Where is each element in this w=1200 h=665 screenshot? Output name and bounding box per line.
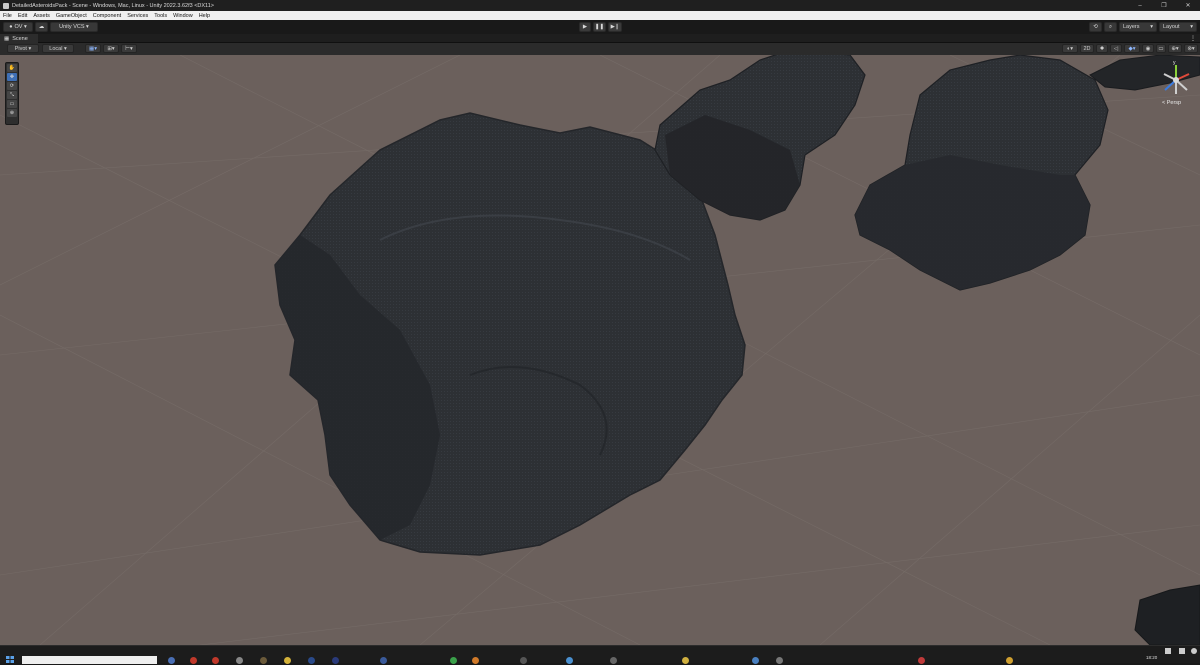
play-icon: ▶ [582,24,588,30]
os-taskbar [0,645,1200,663]
close-button[interactable]: ✕ [1176,0,1200,11]
audio-toggle[interactable]: ◁ [1110,44,1122,53]
effects-icon: ◆▾ [1128,45,1136,52]
hidden-objects-toggle[interactable]: ◉ [1142,44,1154,53]
menu-edit[interactable]: Edit [15,13,30,19]
light-bulb-icon: ✹ [1099,45,1105,52]
account-icon: ● [9,24,13,30]
menu-services[interactable]: Services [124,13,151,19]
taskbar-clock[interactable]: 18:20 [1146,655,1172,661]
lighting-toggle[interactable]: ✹ [1096,44,1108,53]
hand-tool-icon[interactable]: ✋ [7,64,17,72]
main-toolbar: ● OV ▾ ☁ Unity VCS ▾ ▶ ❚❚ ▶❙ ⟲ ⌕ Layers … [0,20,1200,34]
play-button[interactable]: ▶ [579,22,591,32]
layers-label: Layers [1123,24,1140,30]
ruler-button[interactable]: ⊢▾ [121,44,137,53]
maximize-button[interactable]: ❐ [1152,0,1176,11]
tab-scene[interactable]: ▦ Scene [0,34,38,43]
menu-bar: File Edit Assets GameObject Component Se… [0,11,1200,20]
pause-icon: ❚❚ [594,24,605,30]
global-gizmo-button[interactable]: ⊗▾ [1184,44,1198,53]
search-icon: ⌕ [1108,23,1113,30]
menu-window[interactable]: Window [170,13,196,19]
pivot-label: Pivot ▾ [14,45,32,52]
shading-mode-button[interactable]: ◐▾ [1062,44,1078,53]
unity-app-icon [3,2,9,9]
orientation-gizmo[interactable]: y < Persp [1158,60,1194,110]
2d-toggle[interactable]: 2D [1080,44,1094,53]
network-icon[interactable] [1165,648,1171,654]
layout-label: Layout [1163,24,1180,30]
account-label: OV ▾ [14,24,27,30]
menu-component[interactable]: Component [90,13,124,19]
window-title-bar: DetailedAsteroidsPack - Scene - Windows,… [0,0,1200,11]
pause-button[interactable]: ❚❚ [593,22,606,32]
step-button[interactable]: ▶❙ [608,22,622,32]
gizmos-dropdown[interactable]: ⊕▾ [1168,44,1182,53]
layout-dropdown[interactable]: Layout ▾ [1159,22,1197,32]
history-icon: ⟲ [1093,24,1098,30]
windows-start-icon [6,656,14,663]
effects-toggle[interactable]: ◆▾ [1124,44,1140,53]
menu-help[interactable]: Help [196,13,213,19]
y-axis-label: y [1173,60,1176,66]
camera-icon: ▭ [1158,45,1164,52]
cloud-icon: ☁ [38,24,45,30]
more-options-icon[interactable]: ⋮ [1190,35,1196,42]
step-icon: ▶❙ [610,24,620,30]
scene-toolbar: Pivot ▾ Local ▾ ▦▾ ⊞▾ ⊢▾ ◐▾ 2D ✹ ◁ ◆▾ ◉ … [0,43,1200,55]
transform-tools-palette: ✋ ✥ ⟳ ⤡ ▭ ⊕ [5,62,19,125]
transform-tool-icon[interactable]: ⊕ [7,109,17,117]
menu-assets[interactable]: Assets [30,13,53,19]
grid-snap-button[interactable]: ▦▾ [85,44,101,53]
scene-tab-label: Scene [12,35,28,42]
scene-tab-bar: ▦ Scene ⋮ [0,34,1200,43]
asteroid-bottom-right[interactable] [1134,584,1200,645]
scene-viewport[interactable] [0,55,1200,645]
2d-label: 2D [1083,45,1091,52]
menu-tools[interactable]: Tools [151,13,170,19]
axis-gizmo-icon [1163,65,1190,94]
scene-render [0,55,1200,645]
shading-sphere-icon: ◐▾ [1066,45,1074,52]
camera-settings-button[interactable]: ▭ [1156,44,1166,53]
local-label: Local ▾ [49,45,67,52]
menu-file[interactable]: File [0,13,15,19]
globe-icon: ⊗▾ [1187,45,1195,52]
move-tool-icon[interactable]: ✥ [7,73,17,81]
volume-icon[interactable] [1179,648,1185,654]
cloud-button[interactable]: ☁ [35,22,48,32]
projection-label[interactable]: < Persp [1162,100,1181,106]
rect-tool-icon[interactable]: ▭ [7,100,17,108]
minimize-button[interactable]: – [1128,0,1152,11]
gizmos-icon: ⊕▾ [1171,45,1179,52]
vcs-label: Unity VCS ▾ [59,24,89,30]
rotate-tool-icon[interactable]: ⟳ [7,82,17,90]
notification-icon[interactable] [1191,648,1197,654]
scene-tab-icon: ▦ [4,35,10,42]
eye-icon: ◉ [1145,45,1151,52]
chevron-down-icon: ▾ [1190,24,1193,30]
layers-dropdown[interactable]: Layers ▾ [1119,22,1157,32]
snap-increment-button[interactable]: ⊞▾ [103,44,119,53]
ruler-icon: ⊢▾ [125,45,133,52]
snap-icon: ⊞▾ [107,45,115,52]
search-button[interactable]: ⌕ [1104,22,1117,32]
vcs-button[interactable]: Unity VCS ▾ [50,22,98,32]
scale-tool-icon[interactable]: ⤡ [7,91,17,99]
history-button[interactable]: ⟲ [1089,22,1102,32]
window-title: DetailedAsteroidsPack - Scene - Windows,… [12,2,214,9]
pivot-dropdown[interactable]: Pivot ▾ [7,44,39,53]
speaker-icon: ◁ [1113,45,1119,52]
menu-gameobject[interactable]: GameObject [53,13,90,19]
chevron-down-icon: ▾ [1150,24,1153,30]
account-button[interactable]: ● OV ▾ [3,22,33,32]
start-button[interactable] [6,656,14,663]
grid-icon: ▦▾ [89,45,97,52]
local-dropdown[interactable]: Local ▾ [42,44,74,53]
